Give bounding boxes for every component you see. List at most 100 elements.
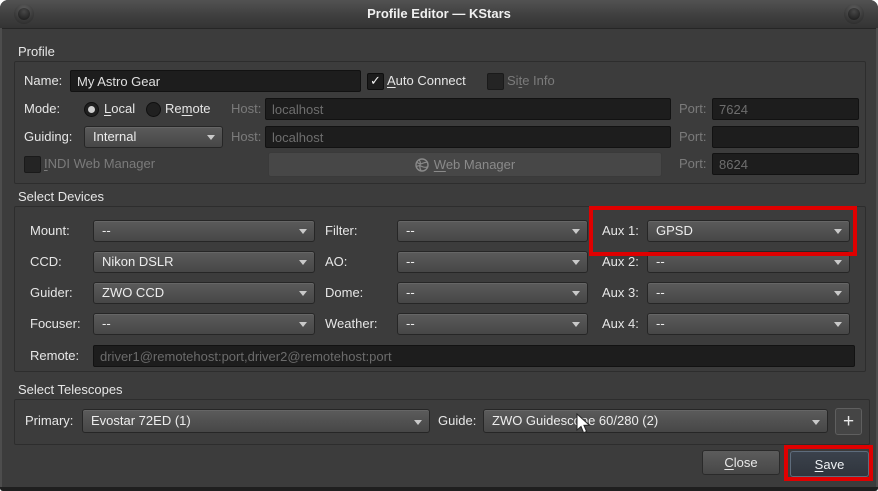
- host-input: [265, 98, 671, 120]
- chevron-down-icon: [207, 135, 215, 140]
- aux1-label: Aux 1:: [602, 223, 639, 238]
- guider-value: ZWO CCD: [102, 285, 165, 300]
- web-port-label: Port:: [679, 156, 707, 171]
- aux2-select[interactable]: --: [647, 251, 850, 273]
- close-button[interactable]: Close: [702, 450, 780, 475]
- ccd-label: CCD:: [30, 254, 62, 269]
- chevron-down-icon: [414, 420, 422, 425]
- window-orb-icon: [848, 8, 860, 20]
- guide-label: Guide:: [438, 413, 477, 428]
- guiding-label: Guiding:: [24, 129, 73, 144]
- chevron-down-icon: [299, 229, 307, 234]
- web-port-input: [712, 153, 859, 175]
- remote-label: Remote:: [30, 348, 80, 363]
- name-input[interactable]: [70, 70, 361, 92]
- guiding-port-input: [712, 126, 859, 148]
- save-button[interactable]: Save: [790, 451, 869, 477]
- mode-remote-label[interactable]: Remote: [165, 98, 211, 120]
- devices-section-label: Select Devices: [18, 189, 104, 204]
- window-orb-icon: [18, 8, 30, 20]
- ao-select[interactable]: --: [397, 251, 588, 273]
- site-info-checkbox: [487, 73, 504, 90]
- ccd-value: Nikon DSLR: [102, 254, 174, 269]
- primary-scope-select[interactable]: Evostar 72ED (1): [82, 409, 430, 433]
- close-button-label: Close: [724, 455, 758, 470]
- ao-value: --: [406, 254, 415, 269]
- name-label: Name:: [24, 73, 63, 88]
- aux3-value: --: [656, 285, 665, 300]
- globe-icon: [415, 157, 429, 172]
- port-label: Port:: [679, 101, 707, 116]
- guiding-port-label: Port:: [679, 129, 707, 144]
- guider-label: Guider:: [30, 285, 73, 300]
- focuser-select[interactable]: --: [93, 313, 315, 335]
- focuser-value: --: [102, 316, 111, 331]
- chevron-down-icon: [834, 229, 842, 234]
- chevron-down-icon: [572, 291, 580, 296]
- weather-select[interactable]: --: [397, 313, 588, 335]
- aux4-label: Aux 4:: [602, 316, 639, 331]
- telescopes-section-label: Select Telescopes: [18, 382, 123, 397]
- save-button-label: Save: [814, 456, 845, 472]
- indi-web-manager-label: INDI Web Manager: [44, 156, 156, 171]
- primary-label: Primary:: [25, 413, 74, 428]
- aux2-label: Aux 2:: [602, 254, 639, 269]
- aux2-value: --: [656, 254, 665, 269]
- chevron-down-icon: [299, 260, 307, 265]
- auto-connect-checkbox[interactable]: ✓: [367, 73, 384, 90]
- site-info-label: Site Info: [507, 73, 555, 88]
- guide-scope-select[interactable]: ZWO Guidescope 60/280 (2): [483, 409, 828, 433]
- chevron-down-icon: [834, 291, 842, 296]
- chevron-down-icon: [299, 322, 307, 327]
- plus-icon: +: [842, 411, 855, 432]
- focuser-label: Focuser:: [30, 316, 81, 331]
- titlebar: Profile Editor — KStars: [0, 0, 878, 29]
- mode-remote-radio[interactable]: [146, 102, 161, 117]
- auto-connect-label[interactable]: Auto Connect: [387, 70, 466, 92]
- guiding-host-label: Host:: [231, 129, 262, 144]
- mode-local-radio[interactable]: [84, 102, 99, 117]
- mount-value: --: [102, 223, 111, 238]
- weather-label: Weather:: [325, 316, 378, 331]
- dome-label: Dome:: [325, 285, 364, 300]
- window-button-right[interactable]: [844, 4, 864, 24]
- aux4-select[interactable]: --: [647, 313, 850, 335]
- add-scope-button[interactable]: +: [835, 408, 862, 435]
- dome-select[interactable]: --: [397, 282, 588, 304]
- chevron-down-icon: [834, 260, 842, 265]
- guiding-select[interactable]: Internal: [84, 126, 223, 148]
- ao-label: AO:: [325, 254, 348, 269]
- filter-value: --: [406, 223, 415, 238]
- web-manager-label: Web Manager: [433, 157, 516, 172]
- window-edge-bottom: [0, 487, 878, 491]
- host-label: Host:: [231, 101, 262, 116]
- chevron-down-icon: [299, 291, 307, 296]
- profile-editor-window: Profile Editor — KStars Profile Name: ✓ …: [0, 0, 878, 491]
- mode-label: Mode:: [24, 101, 61, 116]
- guiding-value: Internal: [93, 129, 137, 144]
- guider-select[interactable]: ZWO CCD: [93, 282, 315, 304]
- chevron-down-icon: [812, 420, 820, 425]
- port-input: [712, 98, 859, 120]
- web-manager-button: Web Manager: [268, 152, 662, 177]
- dome-value: --: [406, 285, 415, 300]
- aux3-select[interactable]: --: [647, 282, 850, 304]
- mount-label: Mount:: [30, 223, 70, 238]
- filter-select[interactable]: --: [397, 220, 588, 242]
- ccd-select[interactable]: Nikon DSLR: [93, 251, 315, 273]
- chevron-down-icon: [572, 229, 580, 234]
- weather-value: --: [406, 316, 415, 331]
- aux3-label: Aux 3:: [602, 285, 639, 300]
- mode-local-label[interactable]: Local: [104, 98, 135, 120]
- guiding-host-input: [265, 126, 671, 148]
- guide-scope-value: ZWO Guidescope 60/280 (2): [492, 413, 659, 428]
- filter-label: Filter:: [325, 223, 358, 238]
- indi-web-manager-checkbox: [24, 156, 41, 173]
- mount-select[interactable]: --: [93, 220, 315, 242]
- remote-drivers-input[interactable]: [93, 345, 855, 367]
- window-button-left[interactable]: [14, 4, 34, 24]
- window-title: Profile Editor — KStars: [367, 6, 511, 21]
- aux1-select[interactable]: GPSD: [647, 220, 850, 242]
- primary-scope-value: Evostar 72ED (1): [91, 413, 191, 428]
- aux1-value: GPSD: [656, 223, 693, 238]
